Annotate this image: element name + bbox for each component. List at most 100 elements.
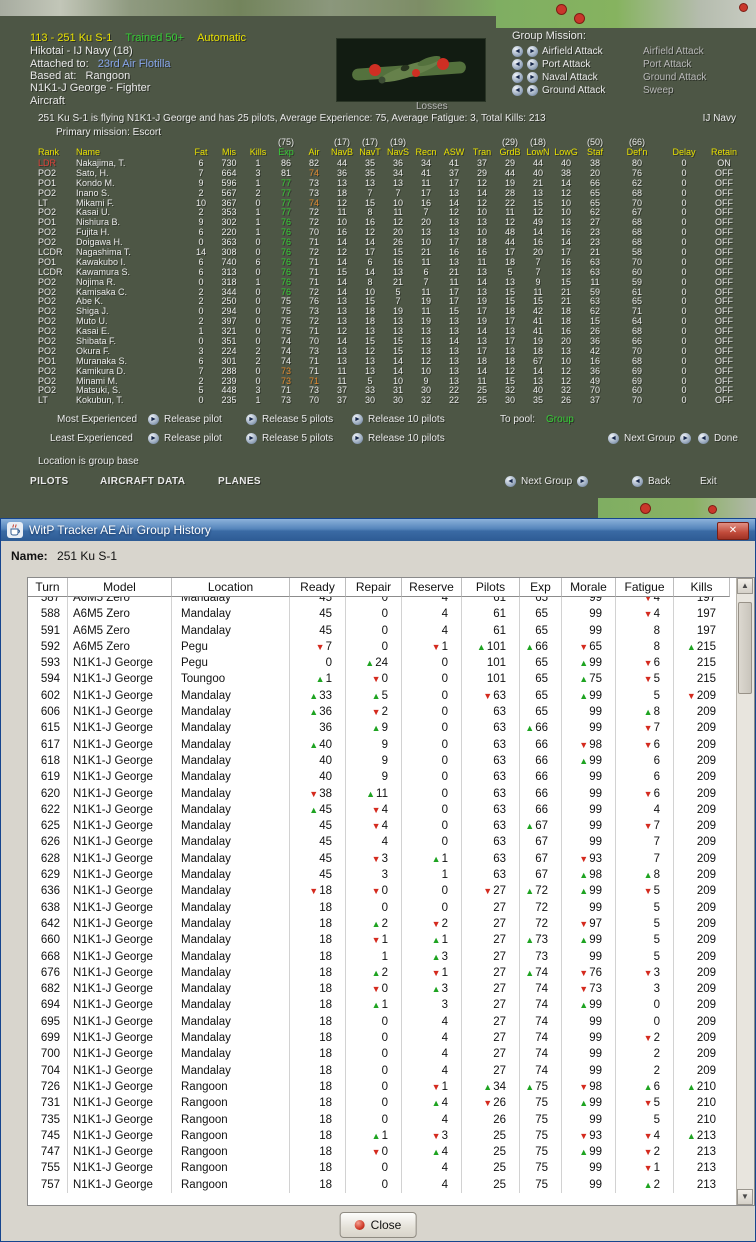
release-arrow-icon[interactable]: ► <box>352 414 363 425</box>
prev-group-icon[interactable]: ◄ <box>608 433 619 444</box>
history-row[interactable]: 668 N1K1-J George Mandalay 18 1 ▲3 27 73 99 5 209 <box>28 948 728 965</box>
scrollbar-down-button[interactable]: ▼ <box>737 1189 753 1205</box>
group-replacements-mode[interactable]: Automatic <box>197 32 246 44</box>
pilot-row[interactable]: PO2 Minami M. 2 239 0 73 71 11 5 10 9 13 11 15 13 12 49 6… <box>30 377 746 387</box>
history-row[interactable]: 682 N1K1-J George Mandalay 18 ▼0 ▲3 27 74 ▼73 3 20… <box>28 981 728 998</box>
mission-cycle-right-icon[interactable]: ► <box>527 84 538 96</box>
mission-cycle-left-icon[interactable]: ◄ <box>512 58 523 70</box>
history-row[interactable]: 747 N1K1-J George Rangoon 18 ▼0 ▲4 25 75 ▲99 ▼2 21… <box>28 1144 728 1161</box>
tab-aircraft-data[interactable]: AIRCRAFT DATA <box>100 476 185 487</box>
history-row[interactable]: 628 N1K1-J George Mandalay 45 ▼3 ▲1 63 67 ▼93 7 20… <box>28 850 728 868</box>
history-col-header[interactable]: Ready <box>290 578 346 597</box>
based-value[interactable]: Rangoon <box>86 70 131 82</box>
history-row[interactable]: 726 N1K1-J George Rangoon 18 0 ▼1 ▲34 ▲75 ▼98 ▲6 ▲… <box>28 1078 728 1096</box>
history-col-header[interactable]: Exp <box>520 578 562 597</box>
mission-cycle-right-icon[interactable]: ► <box>527 45 538 57</box>
pilot-row[interactable]: PO1 Nishiura B. 9 302 1 76 72 10 16 12 20 13 13 12 49 1… <box>30 218 746 228</box>
pilot-row[interactable]: PO2 Nojima R. 0 318 1 76 71 14 8 21 7 11 14 13 9 15 11 59… <box>30 278 746 288</box>
pool-target-toggle[interactable]: Group <box>546 414 574 425</box>
pilot-row[interactable]: PO2 Shiga J. 0 294 0 75 73 13 18 19 11 15 17 18 42 18 62… <box>30 307 746 317</box>
attached-hq-link[interactable]: 23rd Air Flotilla <box>98 58 171 70</box>
release-arrow-icon[interactable]: ► <box>148 414 159 425</box>
pilot-row[interactable]: PO2 Matsuki, S. 5 448 3 71 73 37 33 31 30 22 25 32 40 3… <box>30 386 746 396</box>
window-close-button[interactable]: ✕ <box>717 522 749 540</box>
history-col-header[interactable]: Location <box>172 578 290 597</box>
history-row[interactable]: 735 N1K1-J George Rangoon 18 0 4 26 75 99 5 210 <box>28 1111 728 1128</box>
back-arrow-icon[interactable]: ◄ <box>632 476 643 487</box>
close-button[interactable]: Close <box>339 1212 417 1238</box>
vertical-scrollbar[interactable]: ▲ ▼ <box>736 578 754 1205</box>
history-col-header[interactable]: Model <box>68 578 172 597</box>
pilot-row[interactable]: PO2 Kasai E. 1 321 0 75 71 12 13 13 13 13 14 13 41 16 26… <box>30 327 746 337</box>
release-arrow-icon[interactable]: ► <box>148 433 159 444</box>
pilot-row[interactable]: PO2 Fujita H. 6 220 1 76 70 16 12 20 13 13 10 48 14 16 2… <box>30 228 746 238</box>
history-row[interactable]: 602 N1K1-J George Mandalay ▲33 ▲5 0 ▼63 65 ▲99 5 ▼… <box>28 687 728 705</box>
history-col-header[interactable]: Pilots <box>462 578 520 597</box>
mission-option-label[interactable]: Ground Attack <box>542 85 639 96</box>
history-row[interactable]: 594 N1K1-J George Toungoo ▲1 ▼0 0 101 65 ▲75 ▼5 21… <box>28 671 728 688</box>
tab-pilots[interactable]: PILOTS <box>30 476 69 487</box>
pilot-row[interactable]: PO2 Okura F. 3 224 2 74 73 13 12 15 13 13 17 13 18 13 42… <box>30 347 746 357</box>
window-titlebar[interactable]: WitP Tracker AE Air Group History ✕ <box>1 519 755 541</box>
history-row[interactable]: 704 N1K1-J George Mandalay 18 0 4 27 74 99 2 209 <box>28 1062 728 1079</box>
history-row[interactable]: 618 N1K1-J George Mandalay 40 9 0 63 66 ▲99 6 209 <box>28 752 728 770</box>
history-row[interactable]: 622 N1K1-J George Mandalay ▲45 ▼4 0 63 66 99 4 209 <box>28 801 728 819</box>
mission-option-label[interactable]: Airfield Attack <box>542 46 639 57</box>
mission-option-label[interactable]: Naval Attack <box>542 72 639 83</box>
history-row[interactable]: 660 N1K1-J George Mandalay 18 ▼1 ▲1 27 ▲73 ▲99 5 2… <box>28 932 728 949</box>
pilot-row[interactable]: LT Kokubun, T. 0 235 1 73 70 37 30 30 32 22 25 30 35 26… <box>30 396 746 406</box>
history-row[interactable]: 587 A6M5 Zero Mandalay 45 0 4 61 65 99 ▼4 197 <box>28 597 728 607</box>
history-col-header[interactable]: Reserve <box>402 578 462 597</box>
mission-cycle-left-icon[interactable]: ◄ <box>512 71 523 83</box>
mission-cycle-right-icon[interactable]: ► <box>527 58 538 70</box>
history-row[interactable]: 745 N1K1-J George Rangoon 18 ▲1 ▼3 25 75 ▼93 ▼4 ▲2… <box>28 1127 728 1145</box>
history-col-header[interactable]: Fatigue <box>616 578 674 597</box>
pilot-row[interactable]: PO2 Kamikura D. 7 288 0 73 71 11 13 14 10 13 14 12 14 1… <box>30 367 746 377</box>
history-row[interactable]: 619 N1K1-J George Mandalay 40 9 0 63 66 99 6 209 <box>28 769 728 786</box>
pilot-row[interactable]: PO2 Muto U. 2 397 0 75 72 13 18 13 19 13 19 17 41 18 15 6… <box>30 317 746 327</box>
done-button[interactable]: ◄ Done <box>698 433 738 444</box>
history-row[interactable]: 588 A6M5 Zero Mandalay 45 0 4 61 65 99 ▼4 197 <box>28 606 728 623</box>
history-row[interactable]: 617 N1K1-J George Mandalay ▲40 9 0 63 66 ▼98 ▼6 20… <box>28 736 728 753</box>
history-row[interactable]: 593 N1K1-J George Pegu 0 ▲24 0 101 65 ▲99 ▼6 215 <box>28 655 728 672</box>
tab-planes[interactable]: PLANES <box>218 476 261 487</box>
group-trained-level[interactable]: Trained 50+ <box>125 32 184 44</box>
pilot-row[interactable]: PO1 Kawakubo I. 6 740 6 76 71 14 6 16 11 13 11 18 7 16 6… <box>30 258 746 268</box>
history-row[interactable]: 694 N1K1-J George Mandalay 18 ▲1 3 27 74 ▲99 0 209 <box>28 997 728 1014</box>
pilot-row[interactable]: PO2 Inano S. 2 567 2 77 73 18 7 7 17 13 14 28 13 12 65 68… <box>30 189 746 199</box>
history-row[interactable]: 731 N1K1-J George Rangoon 18 0 ▲4 ▼26 75 ▲99 ▼5 21… <box>28 1095 728 1112</box>
history-col-header[interactable]: Repair <box>346 578 402 597</box>
history-row[interactable]: 592 A6M5 Zero Pegu ▼7 0 ▼1 ▲101 ▲66 ▼65 8 ▲215 <box>28 638 728 656</box>
mission-cycle-left-icon[interactable]: ◄ <box>512 84 523 96</box>
history-row[interactable]: 755 N1K1-J George Rangoon 18 0 4 25 75 99 ▼1 213 <box>28 1160 728 1177</box>
pilot-row[interactable]: PO2 Doigawa H. 0 363 0 76 71 14 14 26 10 17 18 44 16 14… <box>30 238 746 248</box>
mission-option-label[interactable]: Port Attack <box>542 59 639 70</box>
history-row[interactable]: 699 N1K1-J George Mandalay 18 0 4 27 74 99 ▼2 209 <box>28 1030 728 1047</box>
history-row[interactable]: 676 N1K1-J George Mandalay 18 ▲2 ▼1 27 ▲74 ▼76 ▼3… <box>28 964 728 982</box>
next-group-icon[interactable]: ► <box>577 476 589 487</box>
prev-group-icon[interactable]: ◄ <box>505 476 516 487</box>
history-row[interactable]: 638 N1K1-J George Mandalay 18 0 0 27 72 99 5 209 <box>28 899 728 916</box>
history-col-header[interactable]: Kills <box>674 578 730 597</box>
history-row[interactable]: 757 N1K1-J George Rangoon 18 0 4 25 75 99 ▲2 213 <box>28 1176 728 1193</box>
pilot-row[interactable]: PO1 Kondo M. 9 596 1 77 73 13 13 13 11 17 12 19 21 14 66… <box>30 179 746 189</box>
pilot-row[interactable]: PO2 Kasai U. 2 353 1 77 72 11 8 11 7 12 10 11 12 10 62 67… <box>30 208 746 218</box>
history-row[interactable]: 591 A6M5 Zero Mandalay 45 0 4 61 65 99 8 197 <box>28 622 728 639</box>
release-arrow-icon[interactable]: ► <box>246 433 257 444</box>
pilot-row[interactable]: LT Mikami F. 10 367 0 77 74 12 15 10 16 14 12 22 15 10 6… <box>30 199 746 209</box>
pilot-row[interactable]: PO2 Shibata F. 0 351 0 74 70 14 15 15 13 14 13 17 19 20… <box>30 337 746 347</box>
back-button[interactable]: ◄ Back <box>632 476 670 487</box>
release-10-most-button[interactable]: ► Release 10 pilots <box>352 414 445 425</box>
release-arrow-icon[interactable]: ► <box>246 414 257 425</box>
history-row[interactable]: 615 N1K1-J George Mandalay 36 ▲9 0 63 ▲66 99 ▼7 20… <box>28 720 728 737</box>
scrollbar-up-button[interactable]: ▲ <box>737 578 753 594</box>
pilot-row[interactable]: PO1 Muranaka S. 6 301 2 74 71 13 13 14 12 13 18 18 67 1… <box>30 357 746 367</box>
history-row[interactable]: 606 N1K1-J George Mandalay ▲36 ▼2 0 63 65 99 ▲8 20… <box>28 704 728 721</box>
exit-button[interactable]: Exit <box>700 476 717 487</box>
done-arrow-icon[interactable]: ◄ <box>698 433 709 444</box>
mission-cycle-right-icon[interactable]: ► <box>527 71 538 83</box>
history-row[interactable]: 625 N1K1-J George Mandalay 45 ▼4 0 63 ▲67 99 ▼7 20… <box>28 818 728 835</box>
pilot-row[interactable]: LCDR Kawamura S. 6 313 0 76 71 15 14 13 6 21 13 5 7 13 6… <box>30 268 746 278</box>
pilot-row[interactable]: LCDR Nagashima T. 14 308 0 76 72 12 17 15 21 16 16 17… <box>30 248 746 258</box>
release-pilot-most-button[interactable]: ► Release pilot <box>148 414 222 425</box>
